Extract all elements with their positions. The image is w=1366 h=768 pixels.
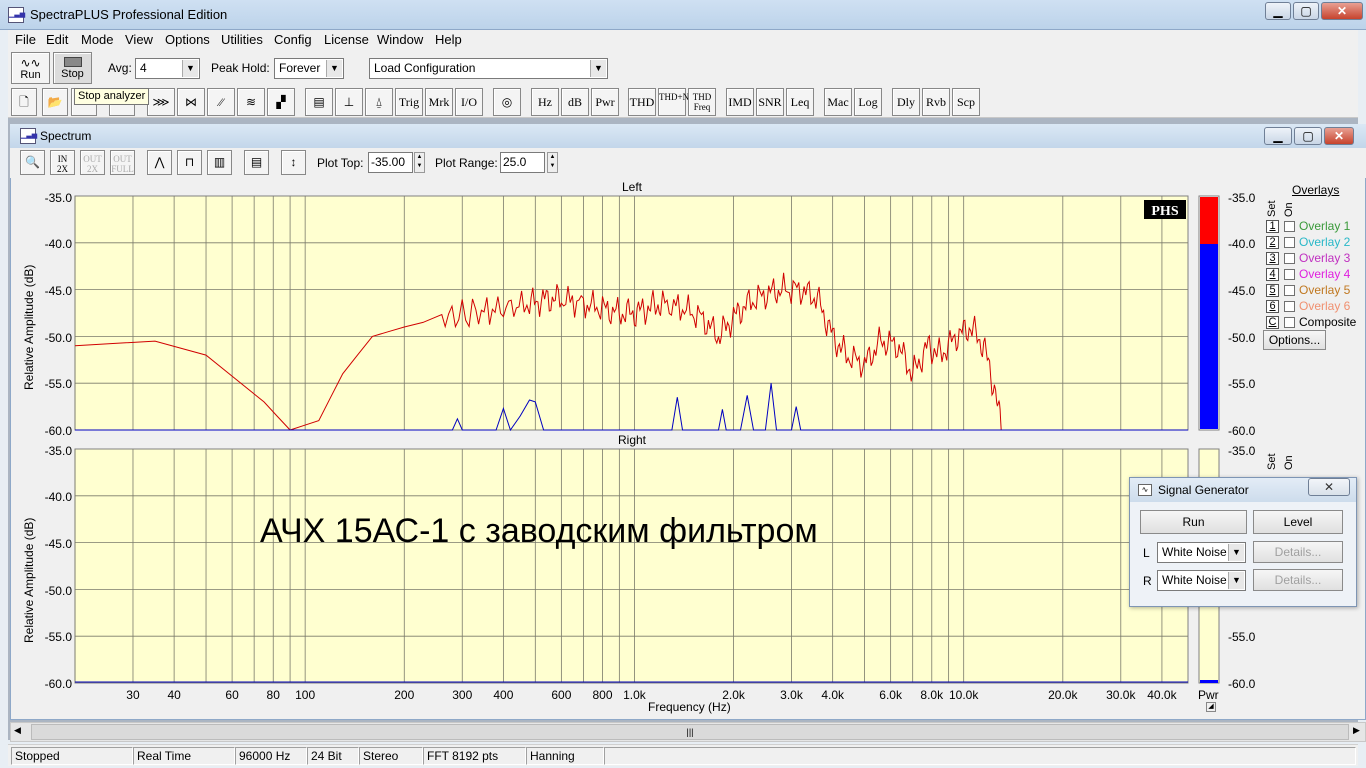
meter-tick: -50.0 (1228, 331, 1256, 345)
x-tick-label: 1.0k (623, 688, 647, 702)
overlay-on-checkbox[interactable] (1284, 253, 1295, 264)
overlay-set-button[interactable]: 6 (1266, 300, 1279, 313)
scroll-thumb[interactable]: ||| (31, 724, 1349, 740)
overlay-row: 2 Overlay 2 (1266, 235, 1362, 250)
overlays-on-label-right: On (1283, 455, 1295, 470)
left-details-button[interactable]: Details... (1253, 541, 1343, 563)
overlay-name: Overlay 6 (1299, 299, 1351, 313)
overlay-name: Overlay 3 (1299, 251, 1351, 265)
x-tick-label: 10.0k (949, 688, 979, 702)
meter-tick: -60.0 (1228, 424, 1256, 438)
overlay-on-checkbox[interactable] (1284, 269, 1295, 280)
x-tick-label: 300 (452, 688, 472, 702)
x-tick-label: 400 (493, 688, 513, 702)
meter-tick: -55.0 (1228, 630, 1256, 644)
signal-generator-close-button[interactable]: ✕ (1308, 478, 1350, 496)
meter-tick: -60.0 (1228, 677, 1256, 691)
resize-grip-icon[interactable]: ◢ (1206, 702, 1216, 712)
overlay-on-checkbox[interactable] (1284, 285, 1295, 296)
status-sample-rate: 96000 Hz (235, 747, 307, 765)
right-channel-label: R (1143, 574, 1152, 588)
overlay-on-checkbox[interactable] (1284, 301, 1295, 312)
status-channels: Stereo (359, 747, 423, 765)
x-tick-label: 20.0k (1048, 688, 1078, 702)
overlay-on-checkbox[interactable] (1284, 317, 1295, 328)
overlays-title: Overlays (1292, 183, 1340, 197)
x-tick-label: 8.0k (920, 688, 944, 702)
overlay-name: Composite (1299, 315, 1357, 329)
x-tick-label: 40.0k (1147, 688, 1177, 702)
x-tick-label: 30 (126, 688, 140, 702)
meter-tick: -45.0 (1228, 284, 1256, 298)
x-tick-label: 200 (394, 688, 414, 702)
right-plot-area (74, 448, 1189, 684)
overlay-row: C Composite (1266, 315, 1362, 330)
x-tick-label: 4.0k (821, 688, 845, 702)
status-window: Hanning (526, 747, 604, 765)
x-tick-label: 6.0k (879, 688, 903, 702)
x-tick-label: 600 (551, 688, 571, 702)
overlay-set-button[interactable]: C (1266, 316, 1279, 329)
overlay-set-button[interactable]: 5 (1266, 284, 1279, 297)
horizontal-scrollbar[interactable]: ◀ ||| ▶ (10, 722, 1366, 742)
signal-generator-window: ∿ Signal Generator ✕ Run Level L White N… (1129, 477, 1357, 607)
overlays-set-label-right: Set (1266, 453, 1278, 470)
meter-tick: -35.0 (1228, 444, 1256, 458)
overlay-name: Overlay 5 (1299, 283, 1351, 297)
left-meter-red-fill (1200, 197, 1218, 244)
meter-tick: -35.0 (1228, 191, 1256, 205)
overlay-set-button[interactable]: 2 (1266, 236, 1279, 249)
overlay-row: 6 Overlay 6 (1266, 299, 1362, 314)
chevron-down-icon: ▼ (1228, 572, 1244, 589)
overlay-name: Overlay 4 (1299, 267, 1351, 281)
x-axis-label: Frequency (Hz) (648, 700, 731, 714)
overlays-on-label: On (1283, 202, 1295, 217)
pwr-label: Pwr (1198, 688, 1219, 702)
meter-tick: -40.0 (1228, 237, 1256, 251)
overlay-row: 5 Overlay 5 (1266, 283, 1362, 298)
meter-tick: -55.0 (1228, 377, 1256, 391)
x-tick-label: 100 (295, 688, 315, 702)
status-state: Stopped (11, 747, 133, 765)
scroll-left-icon[interactable]: ◀ (14, 725, 21, 736)
overlay-name: Overlay 1 (1299, 219, 1351, 233)
status-bit-depth: 24 Bit (307, 747, 359, 765)
x-tick-label: 800 (592, 688, 612, 702)
signal-generator-level-button[interactable]: Level (1253, 510, 1343, 534)
overlay-set-button[interactable]: 4 (1266, 268, 1279, 281)
overlay-name: Overlay 2 (1299, 235, 1351, 249)
x-tick-label: 3.0k (780, 688, 804, 702)
overlay-set-button[interactable]: 3 (1266, 252, 1279, 265)
overlays-options-button[interactable]: Options... (1263, 330, 1326, 350)
left-channel-label: L (1143, 546, 1150, 560)
signal-generator-title: Signal Generator (1158, 483, 1249, 497)
overlay-set-button[interactable]: 1 (1266, 220, 1279, 233)
right-details-button[interactable]: Details... (1253, 569, 1343, 591)
chart-annotation: АЧХ 15АС-1 с заводским фильтром (260, 512, 818, 550)
status-mode: Real Time (133, 747, 235, 765)
left-waveform-select[interactable]: White Noise ▼ (1157, 542, 1246, 563)
x-tick-label: 80 (267, 688, 281, 702)
overlay-row: 1 Overlay 1 (1266, 219, 1362, 234)
left-meter-blue-fill (1200, 244, 1218, 429)
overlay-on-checkbox[interactable] (1284, 221, 1295, 232)
overlay-row: 3 Overlay 3 (1266, 251, 1362, 266)
phs-badge-text: PHS (1151, 204, 1178, 219)
x-tick-label: 40 (167, 688, 181, 702)
spectrum-chart: 30 40 60 80 100 200 300 400 600 800 1.0k 2.0k 3.0k 4.… (74, 195, 1220, 702)
status-empty (604, 747, 1356, 765)
signal-generator-icon: ∿ (1138, 484, 1152, 496)
scroll-right-icon[interactable]: ▶ (1353, 725, 1360, 736)
overlay-row: 4 Overlay 4 (1266, 267, 1362, 282)
x-tick-label: 30.0k (1106, 688, 1136, 702)
signal-generator-run-button[interactable]: Run (1140, 510, 1247, 534)
x-tick-label: 60 (225, 688, 239, 702)
chevron-down-icon: ▼ (1228, 544, 1244, 561)
overlays-set-label: Set (1266, 200, 1278, 217)
right-meter-fill (1200, 680, 1218, 683)
overlay-on-checkbox[interactable] (1284, 237, 1295, 248)
status-fft-size: FFT 8192 pts (423, 747, 526, 765)
right-waveform-select[interactable]: White Noise ▼ (1157, 570, 1246, 591)
status-bar: Stopped Real Time 96000 Hz 24 Bit Stereo… (8, 744, 1358, 766)
